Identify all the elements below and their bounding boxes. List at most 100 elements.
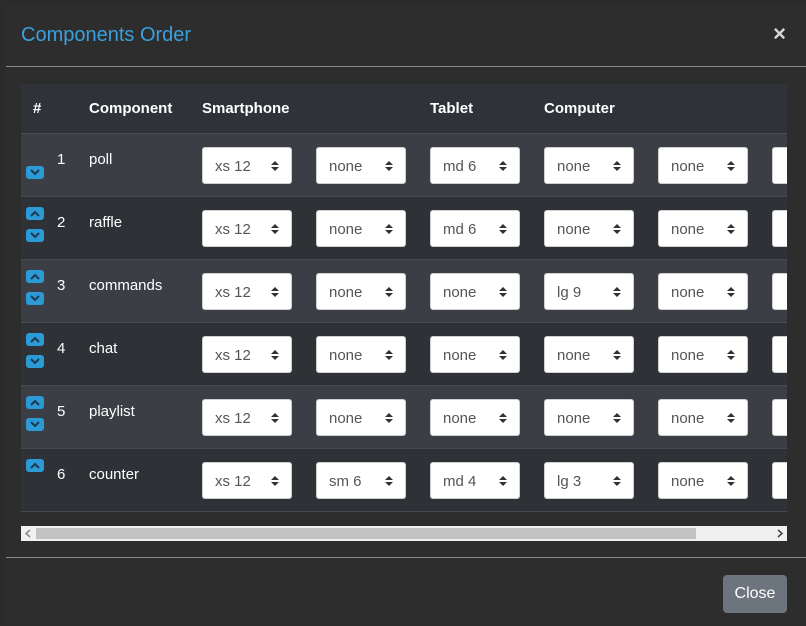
chevron-up-icon (30, 399, 40, 406)
size-select[interactable]: none (430, 273, 520, 310)
move-down-button[interactable] (26, 166, 44, 179)
size-select[interactable]: lg 9 (544, 273, 634, 310)
size-select-partial[interactable] (772, 273, 787, 310)
size-select-value: md 6 (443, 158, 477, 175)
modal-title: Components Order (21, 24, 192, 46)
size-select[interactable]: none (658, 210, 748, 247)
sort-caret-icon (271, 222, 279, 240)
size-select[interactable]: none (658, 147, 748, 184)
size-select[interactable]: xs 12 (202, 462, 292, 499)
size-select[interactable]: none (316, 336, 406, 373)
size-select[interactable]: none (316, 399, 406, 436)
size-select[interactable]: none (544, 336, 634, 373)
row-number: 6 (57, 466, 66, 483)
chevron-up-icon (30, 462, 40, 469)
move-up-button[interactable] (26, 333, 44, 346)
size-select[interactable]: md 6 (430, 147, 520, 184)
size-select-value: lg 9 (557, 284, 582, 301)
sort-caret-icon (271, 159, 279, 177)
size-select-partial[interactable] (772, 147, 787, 184)
move-down-button[interactable] (26, 229, 44, 242)
size-select[interactable]: none (544, 147, 634, 184)
size-select-partial[interactable] (772, 210, 787, 247)
component-name: playlist (89, 403, 135, 420)
scrollbar-thumb[interactable] (36, 528, 696, 539)
size-select[interactable]: none (430, 336, 520, 373)
size-select[interactable]: lg 3 (544, 462, 634, 499)
size-select-value: none (443, 284, 477, 301)
size-select-value: none (557, 158, 591, 175)
size-select[interactable]: xs 12 (202, 273, 292, 310)
size-select-value: xs 12 (215, 284, 251, 301)
row-number: 3 (57, 277, 66, 294)
chevron-up-icon (30, 336, 40, 343)
size-select-value: md 4 (443, 473, 477, 490)
size-select[interactable]: none (544, 399, 634, 436)
size-select[interactable]: md 6 (430, 210, 520, 247)
move-up-button[interactable] (26, 396, 44, 409)
move-down-button[interactable] (26, 355, 44, 368)
move-up-button[interactable] (26, 459, 44, 472)
sort-caret-icon (727, 411, 735, 429)
sort-caret-icon (613, 159, 621, 177)
size-select[interactable]: xs 12 (202, 399, 292, 436)
size-select[interactable]: none (658, 462, 748, 499)
size-select[interactable]: md 4 (430, 462, 520, 499)
scroll-right-icon[interactable] (772, 526, 787, 541)
header-tablet: Tablet (430, 100, 474, 117)
move-up-button[interactable] (26, 207, 44, 220)
sort-caret-icon (727, 159, 735, 177)
chevron-down-icon (30, 295, 40, 302)
sort-caret-icon (271, 474, 279, 492)
table-row: 6 counter xs 12 sm 6 md 4 lg 3 none (21, 449, 787, 512)
size-select-value: none (329, 158, 363, 175)
size-select[interactable]: none (658, 336, 748, 373)
sort-caret-icon (727, 474, 735, 492)
move-down-button[interactable] (26, 292, 44, 305)
sort-caret-icon (271, 285, 279, 303)
table-row: 1 poll xs 12 none md 6 none none (21, 134, 787, 197)
size-select[interactable]: xs 12 (202, 210, 292, 247)
size-select-partial[interactable] (772, 399, 787, 436)
row-number: 4 (57, 340, 66, 357)
table-row: 2 raffle xs 12 none md 6 none none (21, 197, 787, 260)
size-select-partial[interactable] (772, 462, 787, 499)
size-select-value: none (329, 410, 363, 427)
move-up-button[interactable] (26, 270, 44, 283)
chevron-down-icon (30, 169, 40, 176)
size-select-value: none (671, 284, 705, 301)
size-select-value: xs 12 (215, 473, 251, 490)
row-number: 2 (57, 214, 66, 231)
size-select[interactable]: xs 12 (202, 336, 292, 373)
table-row: 3 commands xs 12 none none lg 9 none (21, 260, 787, 323)
scroll-left-icon[interactable] (21, 526, 36, 541)
sort-caret-icon (727, 348, 735, 366)
size-select-value: xs 12 (215, 347, 251, 364)
header-component: Component (89, 100, 173, 117)
sort-caret-icon (385, 348, 393, 366)
sort-caret-icon (499, 474, 507, 492)
size-select[interactable]: xs 12 (202, 147, 292, 184)
sort-caret-icon (727, 222, 735, 240)
size-select[interactable]: none (544, 210, 634, 247)
horizontal-scrollbar[interactable] (21, 526, 787, 541)
size-select-value: none (671, 347, 705, 364)
close-button[interactable]: Close (723, 575, 787, 613)
size-select[interactable]: none (316, 273, 406, 310)
size-select-value: none (557, 347, 591, 364)
size-select-value: none (671, 473, 705, 490)
size-select[interactable]: none (658, 273, 748, 310)
component-name: chat (89, 340, 118, 357)
size-select[interactable]: none (316, 147, 406, 184)
size-select-value: none (557, 221, 591, 238)
close-icon[interactable]: × (773, 23, 786, 45)
size-select-value: none (671, 221, 705, 238)
size-select-partial[interactable] (772, 336, 787, 373)
size-select[interactable]: none (430, 399, 520, 436)
size-select[interactable]: sm 6 (316, 462, 406, 499)
size-select-value: xs 12 (215, 158, 251, 175)
size-select[interactable]: none (316, 210, 406, 247)
size-select[interactable]: none (658, 399, 748, 436)
component-name: poll (89, 151, 113, 168)
move-down-button[interactable] (26, 418, 44, 431)
